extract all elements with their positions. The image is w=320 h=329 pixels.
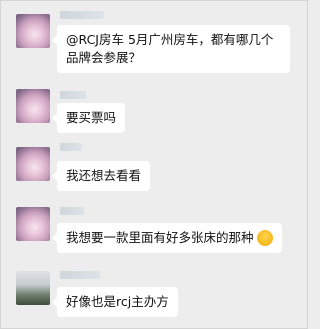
sender-name-redacted — [60, 207, 84, 215]
sender-name-redacted — [60, 271, 100, 279]
message-bubble[interactable]: 要买票吗 — [51, 103, 126, 133]
sender-name-redacted — [60, 143, 82, 151]
chat-window: @RCJ房车 5月广州房车，都有哪几个品牌会参展？ 要买票吗 我还想去看看 我想… — [0, 0, 308, 329]
sender-avatar[interactable] — [16, 147, 50, 181]
message-bubble[interactable]: 好像也是rcj主办方 — [52, 287, 178, 317]
message-bubble[interactable]: 我想要一款里面有好多张床的那种 — [52, 223, 282, 253]
sender-name-redacted — [60, 91, 86, 99]
message-bubble[interactable]: 我还想去看看 — [51, 161, 151, 191]
message-text: 我想要一款里面有好多张床的那种 — [66, 230, 254, 245]
message-text: 我还想去看看 — [66, 168, 142, 183]
message-bubble[interactable]: @RCJ房车 5月广州房车，都有哪几个品牌会参展？ — [52, 25, 290, 73]
sender-avatar[interactable] — [16, 14, 50, 48]
sweat-smile-emoji-icon — [256, 229, 273, 246]
sender-avatar[interactable] — [16, 271, 50, 305]
sender-name-redacted — [60, 11, 104, 19]
sender-avatar[interactable] — [16, 89, 50, 123]
message-text: 要买票吗 — [66, 110, 117, 125]
message-text: @RCJ房车 5月广州房车，都有哪几个品牌会参展？ — [66, 32, 274, 65]
message-text: 好像也是rcj主办方 — [66, 294, 169, 309]
sender-avatar[interactable] — [16, 207, 50, 241]
